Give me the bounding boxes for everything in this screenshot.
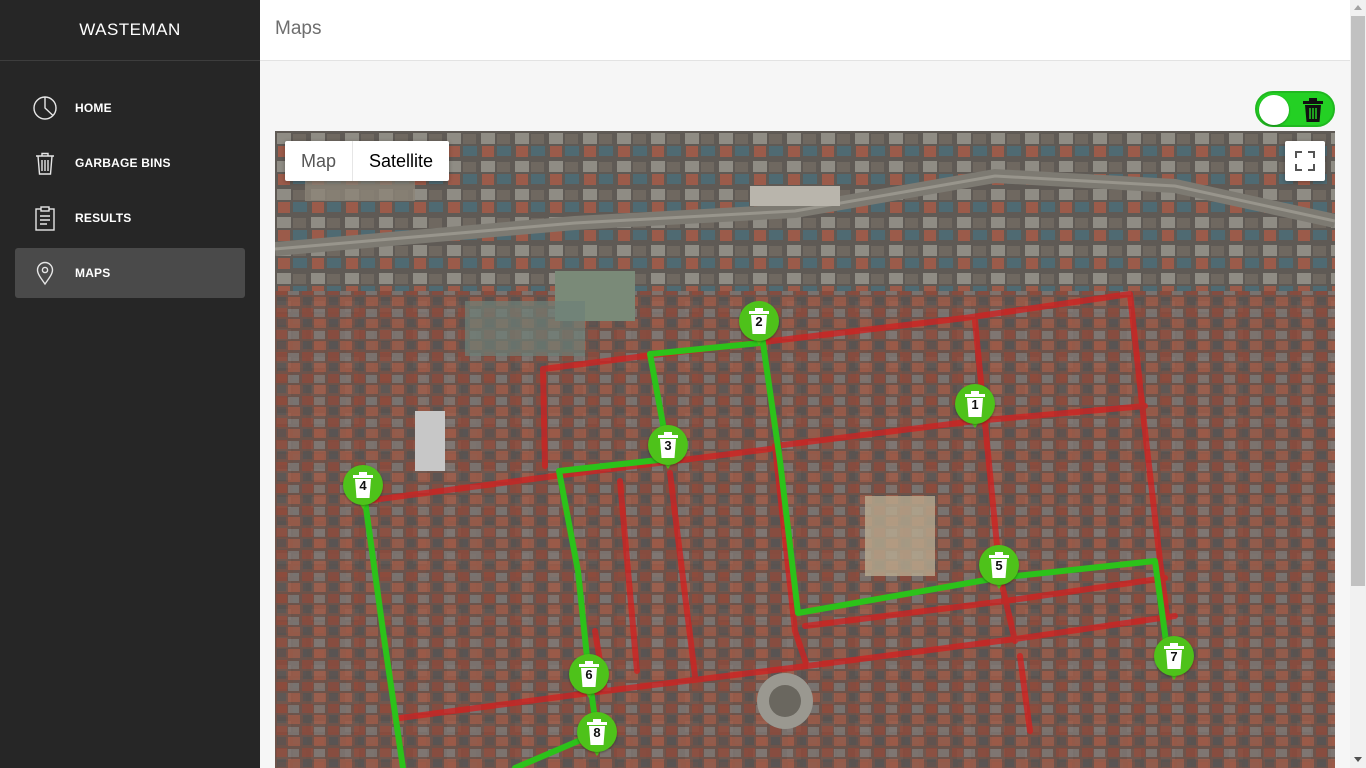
clipboard-icon bbox=[31, 204, 59, 232]
fullscreen-icon bbox=[1295, 151, 1315, 171]
sidebar-nav: HOME GARBAGE BINS RESULTS MAPS bbox=[0, 61, 260, 298]
bin-marker[interactable]: 7 bbox=[1154, 636, 1194, 682]
pie-chart-icon bbox=[31, 94, 59, 122]
bin-marker[interactable]: 4 bbox=[343, 465, 383, 511]
sidebar-item-maps[interactable]: MAPS bbox=[15, 248, 245, 298]
page-title: Maps bbox=[275, 18, 322, 39]
scroll-thumb[interactable] bbox=[1351, 16, 1365, 586]
sidebar-item-label: MAPS bbox=[75, 266, 111, 280]
marker-number: 2 bbox=[755, 314, 763, 329]
marker-number: 3 bbox=[664, 438, 672, 453]
fullscreen-button[interactable] bbox=[1285, 141, 1325, 181]
marker-number: 5 bbox=[995, 558, 1003, 573]
sidebar: WASTEMAN HOME GARBAGE BINS RESULTS MAPS bbox=[0, 0, 260, 768]
sidebar-item-results[interactable]: RESULTS bbox=[15, 193, 245, 243]
top-header: Maps bbox=[260, 0, 1350, 61]
sidebar-item-home[interactable]: HOME bbox=[15, 83, 245, 133]
bin-marker[interactable]: 8 bbox=[577, 712, 617, 758]
sidebar-item-garbage-bins[interactable]: GARBAGE BINS bbox=[15, 138, 245, 188]
marker-number: 6 bbox=[585, 667, 593, 682]
map-type-map-button[interactable]: Map bbox=[285, 141, 354, 181]
marker-number: 4 bbox=[359, 478, 367, 493]
bin-marker[interactable]: 3 bbox=[648, 425, 688, 471]
bin-marker[interactable]: 2 bbox=[739, 301, 779, 347]
map-view[interactable]: Map Satellite 1 2 3 4 5 6 7 8 bbox=[275, 131, 1335, 768]
marker-number: 8 bbox=[593, 725, 601, 740]
brand-title: WASTEMAN bbox=[0, 0, 260, 61]
bin-marker[interactable]: 1 bbox=[955, 384, 995, 430]
bin-marker[interactable]: 5 bbox=[979, 545, 1019, 591]
bins-toggle-switch[interactable] bbox=[1255, 91, 1335, 127]
map-type-control: Map Satellite bbox=[285, 141, 450, 181]
page-scrollbar[interactable] bbox=[1350, 0, 1366, 768]
trash-bin-icon bbox=[1303, 98, 1323, 122]
marker-number: 1 bbox=[971, 397, 979, 412]
sidebar-item-label: HOME bbox=[75, 101, 112, 115]
map-pin-icon bbox=[31, 259, 59, 287]
sidebar-item-label: RESULTS bbox=[75, 211, 132, 225]
marker-number: 7 bbox=[1170, 649, 1178, 664]
sidebar-item-label: GARBAGE BINS bbox=[75, 156, 171, 170]
toggle-knob bbox=[1259, 95, 1289, 125]
bin-marker[interactable]: 6 bbox=[569, 654, 609, 700]
trash-bin-icon bbox=[31, 149, 59, 177]
scroll-up-arrow[interactable] bbox=[1354, 5, 1362, 10]
map-type-satellite-button[interactable]: Satellite bbox=[353, 141, 449, 181]
scroll-down-arrow[interactable] bbox=[1354, 757, 1362, 762]
